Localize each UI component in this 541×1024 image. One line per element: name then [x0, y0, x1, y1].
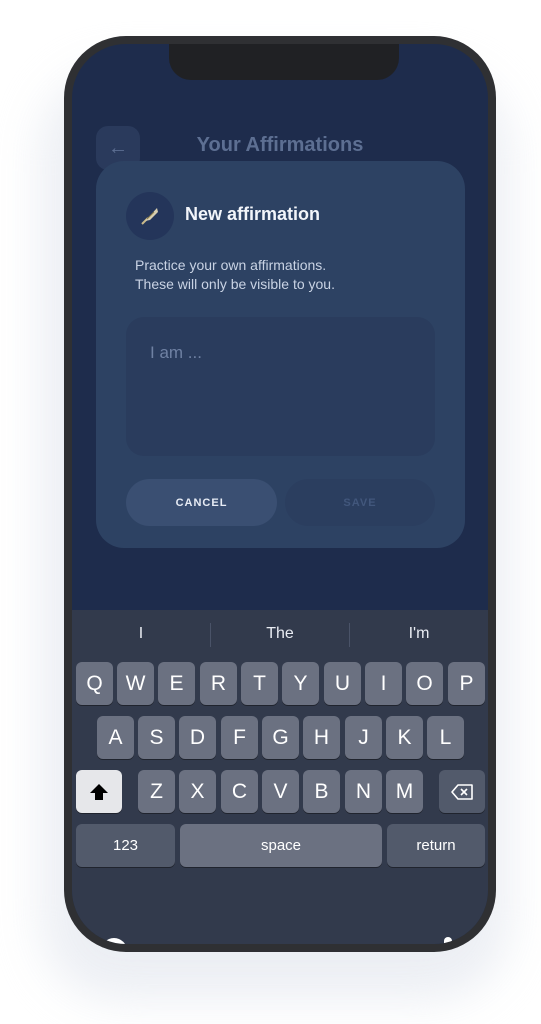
- key-k[interactable]: K: [386, 716, 423, 759]
- page-title: Your Affirmations: [196, 134, 364, 156]
- on-screen-keyboard: I The I'm Q W E R T Y U I O P A S D F G …: [72, 610, 488, 944]
- shift-key[interactable]: [76, 770, 122, 813]
- phone-notch: [169, 44, 399, 80]
- key-e[interactable]: E: [158, 662, 195, 705]
- suggestion-item[interactable]: I: [72, 625, 210, 643]
- emoji-button[interactable]: [100, 937, 128, 944]
- key-a[interactable]: A: [97, 716, 134, 759]
- key-m[interactable]: M: [386, 770, 423, 813]
- key-f[interactable]: F: [221, 716, 258, 759]
- suggestion-bar: I The I'm: [72, 610, 488, 660]
- dialog-description: Practice your own affirmations. These wi…: [135, 256, 435, 294]
- affirmation-input[interactable]: I am ...: [126, 317, 435, 456]
- microphone-icon: [444, 937, 452, 944]
- key-q[interactable]: Q: [76, 662, 113, 705]
- space-key[interactable]: space: [180, 824, 382, 867]
- backspace-icon: [451, 783, 473, 800]
- key-t[interactable]: T: [241, 662, 278, 705]
- key-y[interactable]: Y: [282, 662, 319, 705]
- return-key[interactable]: return: [387, 824, 485, 867]
- numbers-key[interactable]: 123: [76, 824, 175, 867]
- key-o[interactable]: O: [406, 662, 443, 705]
- key-v[interactable]: V: [262, 770, 299, 813]
- key-b[interactable]: B: [303, 770, 340, 813]
- key-s[interactable]: S: [138, 716, 175, 759]
- affirmation-input-placeholder: I am ...: [150, 343, 202, 362]
- suggestion-item[interactable]: The: [211, 625, 349, 643]
- key-g[interactable]: G: [262, 716, 299, 759]
- key-p[interactable]: P: [448, 662, 485, 705]
- key-j[interactable]: J: [345, 716, 382, 759]
- shift-icon: [90, 783, 108, 800]
- key-i[interactable]: I: [365, 662, 402, 705]
- suggestion-item[interactable]: I'm: [350, 625, 488, 643]
- phone-screen: ← Your Affirmations New affirmation Prac…: [72, 44, 488, 944]
- dialog-description-line: These will only be visible to you.: [135, 276, 335, 292]
- key-c[interactable]: C: [221, 770, 258, 813]
- dictation-button[interactable]: [438, 936, 458, 944]
- key-r[interactable]: R: [200, 662, 237, 705]
- key-h[interactable]: H: [303, 716, 340, 759]
- key-u[interactable]: U: [324, 662, 361, 705]
- key-n[interactable]: N: [345, 770, 382, 813]
- key-l[interactable]: L: [427, 716, 464, 759]
- key-z[interactable]: Z: [138, 770, 175, 813]
- backspace-key[interactable]: [439, 770, 485, 813]
- key-w[interactable]: W: [117, 662, 154, 705]
- dialog-description-line: Practice your own affirmations.: [135, 257, 327, 273]
- mockup-stage: ← Your Affirmations New affirmation Prac…: [0, 0, 541, 1024]
- save-button[interactable]: SAVE: [285, 479, 435, 526]
- emoji-icon: [103, 938, 125, 944]
- dialog-title: New affirmation: [185, 204, 321, 224]
- new-affirmation-dialog: New affirmation Practice your own affirm…: [96, 161, 465, 548]
- quill-pen-icon: [126, 192, 174, 240]
- key-d[interactable]: D: [179, 716, 216, 759]
- cancel-button[interactable]: CANCEL: [126, 479, 277, 526]
- key-x[interactable]: X: [179, 770, 216, 813]
